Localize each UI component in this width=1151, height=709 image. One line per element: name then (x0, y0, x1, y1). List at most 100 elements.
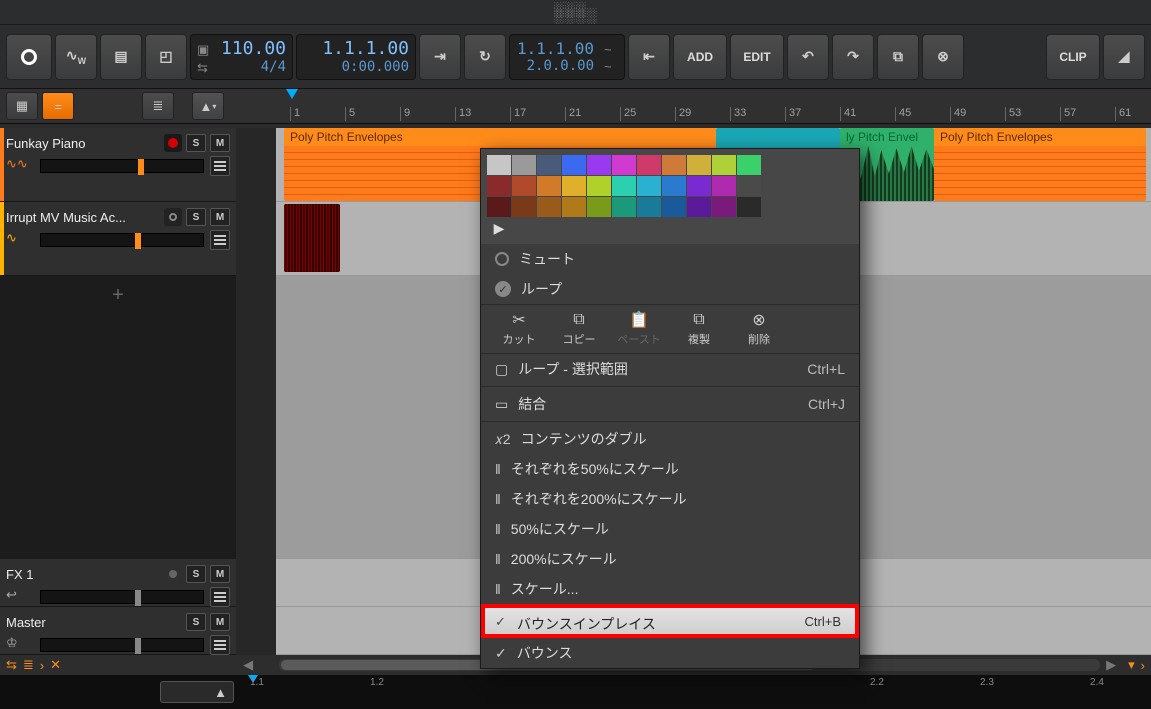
loop-start[interactable]: 1.1.1.00 (517, 39, 594, 58)
arm-record-button[interactable] (164, 208, 182, 226)
mute-button[interactable]: M (210, 565, 230, 583)
ctx-loop-selection[interactable]: ▢ループ - 選択範囲Ctrl+L (481, 354, 859, 384)
color-swatch[interactable] (737, 155, 761, 175)
minimap-window-handle[interactable]: ▲ (160, 681, 234, 703)
ctx-double[interactable]: 𝑥2コンテンツのダブル (481, 424, 859, 454)
position-time[interactable]: 0:00.000 (342, 59, 409, 75)
ctx-delete[interactable]: ⊗削除 (731, 311, 787, 347)
scroll-left-icon[interactable]: ◀ (243, 657, 253, 673)
track-name[interactable]: Master (6, 615, 160, 630)
track-options-button[interactable] (210, 587, 230, 607)
arm-record-button[interactable] (164, 134, 182, 152)
ctx-scale-each-200[interactable]: ‖それぞれを200%にスケール (481, 484, 859, 514)
ctx-scale-each-50[interactable]: ‖それぞれを50%にスケール (481, 454, 859, 484)
add-track-button[interactable]: + (0, 276, 236, 559)
ctx-cut[interactable]: ✂カット (491, 311, 547, 347)
color-swatch[interactable] (687, 155, 711, 175)
clear-button[interactable]: ⊗ (922, 34, 964, 80)
volume-slider[interactable] (40, 638, 204, 652)
track-name[interactable]: Irrupt MV Music Ac... (6, 210, 160, 225)
palette-more-icon[interactable]: ▶ (487, 218, 511, 238)
ctx-scale-50[interactable]: ‖50%にスケール (481, 514, 859, 544)
scroll-right-icon[interactable]: ▶ (1106, 657, 1116, 673)
track-options-button[interactable] (210, 156, 230, 176)
color-swatch[interactable] (712, 155, 736, 175)
loop-range-display[interactable]: 1.1.1.00~ 2.0.0.00~ (509, 34, 625, 80)
volume-slider[interactable] (40, 590, 204, 604)
clip-audio-red[interactable] (284, 204, 340, 272)
mute-button[interactable]: M (210, 134, 230, 152)
solo-button[interactable]: S (186, 134, 206, 152)
ctx-loop[interactable]: ✓ループ (481, 274, 859, 304)
color-swatch[interactable] (737, 197, 761, 217)
redo-button[interactable]: ↷ (832, 34, 874, 80)
clip-launcher-button[interactable]: ◰ (145, 34, 187, 80)
volume-slider[interactable] (40, 159, 204, 173)
clip-poly-pitch-3[interactable]: Poly Pitch Envelopes (934, 128, 1146, 201)
mute-button[interactable]: M (210, 613, 230, 631)
solo-button[interactable]: S (186, 208, 206, 226)
volume-slider[interactable] (40, 233, 204, 247)
ctx-mute[interactable]: ミュート (481, 244, 859, 274)
track-header-irrupt[interactable]: Irrupt MV Music Ac... S M ∿ (0, 202, 236, 276)
menu-button[interactable]: ≣ (142, 92, 174, 120)
track-name[interactable]: FX 1 (6, 567, 160, 582)
loop-toggle-button[interactable]: ↻ (464, 34, 506, 80)
duplicate-global-button[interactable]: ⧉ (877, 34, 919, 80)
edit-button[interactable]: EDIT (730, 34, 784, 80)
color-swatch[interactable] (487, 155, 511, 175)
list-icon[interactable]: ≣ (23, 657, 34, 673)
automation-write-button[interactable]: ∿W (55, 34, 97, 80)
ctx-bounce[interactable]: ✓バウンス (481, 638, 859, 668)
color-swatch[interactable] (637, 155, 661, 175)
color-swatch[interactable] (537, 155, 561, 175)
color-swatch[interactable] (612, 197, 636, 217)
swap-icon[interactable]: ⇆ (6, 657, 17, 673)
ctx-join[interactable]: ▭結合Ctrl+J (481, 389, 859, 419)
color-swatch[interactable] (512, 197, 536, 217)
color-swatch[interactable] (562, 155, 586, 175)
punch-in-button[interactable]: ⇥ (419, 34, 461, 80)
color-swatch[interactable] (637, 176, 661, 196)
color-swatch[interactable] (712, 176, 736, 196)
solo-button[interactable]: S (186, 565, 206, 583)
track-name[interactable]: Funkay Piano (6, 136, 160, 151)
ctx-bounce-in-place[interactable]: ✓ バウンスインプレイス Ctrl+B (481, 604, 859, 638)
loop-length[interactable]: 2.0.0.00 (527, 58, 594, 74)
track-header-master[interactable]: Master S M ♔ (0, 607, 236, 655)
undo-button[interactable]: ↶ (787, 34, 829, 80)
color-swatch[interactable] (587, 197, 611, 217)
color-swatch[interactable] (612, 176, 636, 196)
timeline-ruler[interactable]: 15913172125293337414549535761 (280, 89, 1151, 123)
color-swatch[interactable] (487, 176, 511, 196)
dropdown-icon[interactable]: ▾ (1128, 657, 1135, 673)
mute-button[interactable]: M (210, 208, 230, 226)
color-swatch[interactable] (587, 176, 611, 196)
color-swatch[interactable] (512, 176, 536, 196)
playhead-icon[interactable] (286, 89, 298, 99)
chevron-right-icon[interactable]: › (40, 658, 44, 673)
close-icon[interactable]: ✕ (50, 657, 61, 673)
grid-view-button[interactable]: ▦ (6, 92, 38, 120)
time-signature[interactable]: 4/4 (221, 59, 286, 75)
color-swatch[interactable] (687, 176, 711, 196)
color-swatch[interactable] (487, 197, 511, 217)
record-button[interactable] (6, 34, 52, 80)
list-view-button[interactable]: = (42, 92, 74, 120)
fade-tool-button[interactable]: ◢ (1103, 34, 1145, 80)
position-bars[interactable]: 1.1.1.00 (322, 38, 409, 59)
ctx-copy[interactable]: ⧉コピー (551, 311, 607, 347)
chevron-right-icon[interactable]: › (1141, 658, 1145, 673)
clip-button[interactable]: CLIP (1046, 34, 1100, 80)
color-swatch[interactable] (612, 155, 636, 175)
color-swatch[interactable] (737, 176, 761, 196)
overdub-button[interactable]: ▤ (100, 34, 142, 80)
solo-button[interactable]: S (186, 613, 206, 631)
color-swatch[interactable] (637, 197, 661, 217)
ctx-scale-other[interactable]: ‖スケール... (481, 574, 859, 604)
pointer-tool-button[interactable]: ▲▾ (192, 92, 224, 120)
color-swatch[interactable] (537, 197, 561, 217)
punch-out-button[interactable]: ⇤ (628, 34, 670, 80)
ctx-scale-200[interactable]: ‖200%にスケール (481, 544, 859, 574)
color-swatch[interactable] (662, 155, 686, 175)
